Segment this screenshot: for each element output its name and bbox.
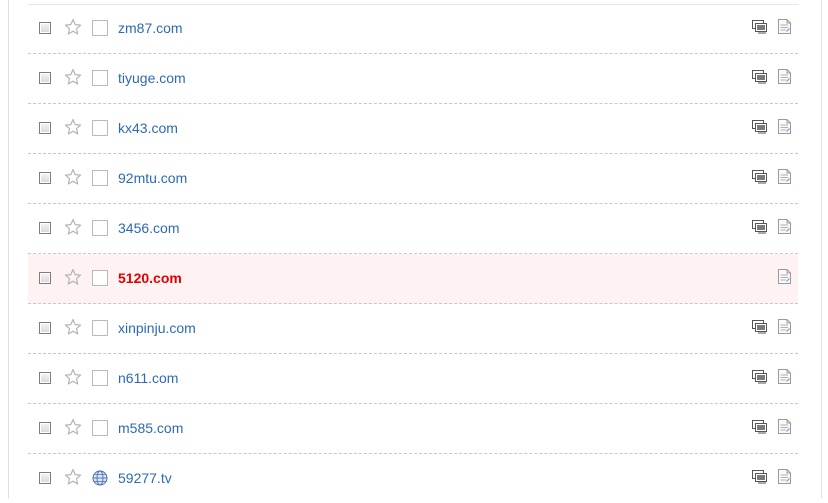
favicon-placeholder-icon <box>92 370 108 386</box>
favicon-placeholder-icon <box>92 170 108 186</box>
document-icon[interactable] <box>778 219 791 234</box>
list-item: 5120.com <box>28 254 798 304</box>
row-checkbox[interactable] <box>39 122 51 134</box>
document-icon[interactable] <box>778 69 791 84</box>
snapshot-icon[interactable] <box>752 370 769 384</box>
globe-icon <box>92 470 108 486</box>
document-icon[interactable] <box>778 419 791 434</box>
favicon-placeholder-icon <box>92 420 108 436</box>
row-checkbox[interactable] <box>39 222 51 234</box>
favicon-placeholder-icon <box>92 220 108 236</box>
snapshot-icon[interactable] <box>752 470 769 484</box>
document-icon[interactable] <box>778 19 791 34</box>
row-checkbox[interactable] <box>39 422 51 434</box>
row-checkbox[interactable] <box>39 22 51 34</box>
site-link[interactable]: 59277.tv <box>118 470 172 486</box>
snapshot-icon[interactable] <box>752 170 769 184</box>
document-icon[interactable] <box>778 269 791 284</box>
document-icon[interactable] <box>778 119 791 134</box>
site-link[interactable]: xinpinju.com <box>118 320 196 336</box>
list-item: kx43.com <box>28 104 798 154</box>
site-link[interactable]: kx43.com <box>118 120 178 136</box>
site-link[interactable]: tiyuge.com <box>118 70 186 86</box>
document-icon[interactable] <box>778 469 791 484</box>
star-icon[interactable] <box>64 168 82 186</box>
list-item: xinpinju.com <box>28 304 798 354</box>
site-link[interactable]: 5120.com <box>118 270 182 286</box>
favicon-placeholder-icon <box>92 70 108 86</box>
site-link[interactable]: 92mtu.com <box>118 170 187 186</box>
row-checkbox[interactable] <box>39 172 51 184</box>
list-item: 92mtu.com <box>28 154 798 204</box>
list-item: n611.com <box>28 354 798 404</box>
star-icon[interactable] <box>64 268 82 286</box>
list-item: tiyuge.com <box>28 54 798 104</box>
star-icon[interactable] <box>64 468 82 486</box>
star-icon[interactable] <box>64 118 82 136</box>
snapshot-icon[interactable] <box>752 320 769 334</box>
star-icon[interactable] <box>64 68 82 86</box>
snapshot-icon[interactable] <box>752 70 769 84</box>
snapshot-icon[interactable] <box>752 420 769 434</box>
document-icon[interactable] <box>778 369 791 384</box>
star-icon[interactable] <box>64 18 82 36</box>
favicon-placeholder-icon <box>92 120 108 136</box>
row-checkbox[interactable] <box>39 472 51 484</box>
favicon-placeholder-icon <box>92 20 108 36</box>
site-link[interactable]: n611.com <box>118 370 178 386</box>
document-icon[interactable] <box>778 319 791 334</box>
document-icon[interactable] <box>778 169 791 184</box>
site-link[interactable]: zm87.com <box>118 20 183 36</box>
row-checkbox[interactable] <box>39 272 51 284</box>
site-list: zm87.com tiyuge.com kx43.com 92mtu.com 3456.… <box>28 4 798 503</box>
favicon-placeholder-icon <box>92 320 108 336</box>
snapshot-icon[interactable] <box>752 120 769 134</box>
list-item: 3456.com <box>28 204 798 254</box>
list-item: m585.com <box>28 404 798 454</box>
list-item: zm87.com <box>28 4 798 54</box>
site-link[interactable]: 3456.com <box>118 220 179 236</box>
snapshot-icon[interactable] <box>752 20 769 34</box>
row-checkbox[interactable] <box>39 72 51 84</box>
favicon-placeholder-icon <box>92 270 108 286</box>
star-icon[interactable] <box>64 368 82 386</box>
star-icon[interactable] <box>64 418 82 436</box>
site-link[interactable]: m585.com <box>118 420 183 436</box>
list-item: 59277.tv <box>28 454 798 503</box>
snapshot-icon[interactable] <box>752 220 769 234</box>
star-icon[interactable] <box>64 318 82 336</box>
star-icon[interactable] <box>64 218 82 236</box>
row-checkbox[interactable] <box>39 322 51 334</box>
row-checkbox[interactable] <box>39 372 51 384</box>
